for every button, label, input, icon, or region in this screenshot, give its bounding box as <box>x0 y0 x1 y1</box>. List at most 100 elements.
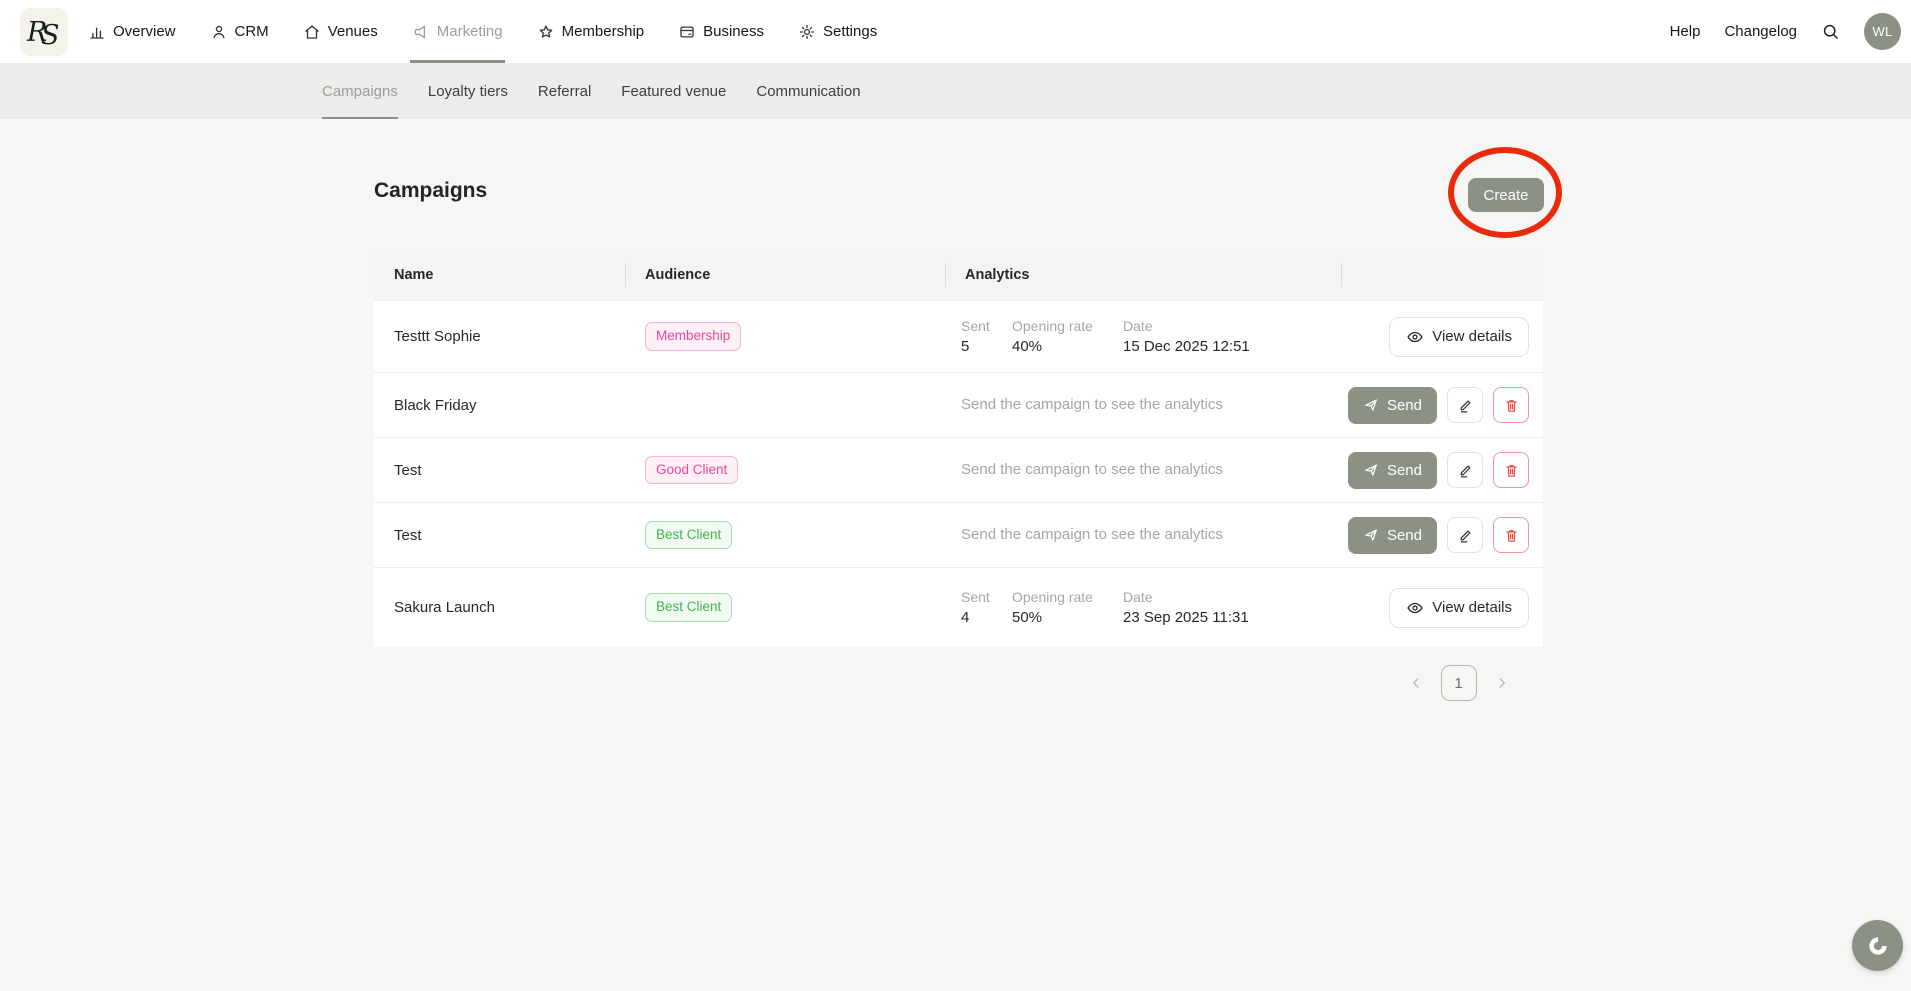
stat-value: 40% <box>1012 338 1043 355</box>
send-icon <box>1365 399 1377 411</box>
audience-badge: Membership <box>645 322 742 351</box>
stat-label: Opening rate <box>1012 589 1093 605</box>
nav-item-overview[interactable]: Overview <box>88 0 176 63</box>
nav-item-crm[interactable]: CRM <box>210 0 269 63</box>
table-header: Name Audience Analytics <box>374 250 1543 300</box>
table-row: Sakura Launch Best Client Sent 4 Opening… <box>374 567 1543 647</box>
page-title: Campaigns <box>374 179 488 202</box>
nav-item-venues[interactable]: Venues <box>303 0 378 63</box>
nav-item-label: Settings <box>823 23 878 40</box>
stat-value: 50% <box>1012 609 1043 626</box>
table-row: Test Best Client Send the campaign to se… <box>374 502 1543 567</box>
column-header-analytics: Analytics <box>965 267 1030 283</box>
column-header-audience: Audience <box>645 267 711 283</box>
main-menu: Overview CRM Venues Marketing Membership… <box>88 0 877 63</box>
pagination: 1 <box>1374 665 1543 701</box>
table-row: Test Good Client Send the campaign to se… <box>374 437 1543 502</box>
view-details-button[interactable]: View details <box>1389 587 1529 628</box>
marketing-tabbar: Campaigns Loyalty tiers Referral Feature… <box>0 63 1911 119</box>
changelog-link[interactable]: Changelog <box>1724 23 1797 40</box>
stat-value: 5 <box>961 338 970 355</box>
eye-icon <box>1407 602 1423 613</box>
nav-item-label: CRM <box>234 23 269 40</box>
eye-icon <box>1407 331 1423 342</box>
nav-item-marketing[interactable]: Marketing <box>409 0 505 63</box>
pencil-icon <box>1460 465 1470 477</box>
table-row: Testtt Sophie Membership Sent 5 Opening … <box>374 300 1543 372</box>
analytics-stats: Sent 5 Opening rate 40% Date 15 Dec 2025… <box>961 318 1341 355</box>
campaigns-table: Name Audience Analytics Testtt Sophie Me… <box>374 250 1543 647</box>
pencil-icon <box>1460 400 1470 412</box>
trash-icon <box>1505 529 1517 542</box>
stat-label: Date <box>1123 318 1153 334</box>
audience-badge: Good Client <box>645 455 739 485</box>
pencil-icon <box>1460 530 1470 542</box>
campaign-name: Test <box>394 461 422 479</box>
nav-item-label: Membership <box>561 23 645 40</box>
no-analytics-text: Send the campaign to see the analytics <box>961 526 1223 543</box>
person-icon <box>210 23 228 41</box>
campaign-name: Black Friday <box>394 396 477 414</box>
view-details-button[interactable]: View details <box>1389 316 1529 357</box>
send-icon <box>1365 529 1377 541</box>
tab-loyalty-tiers[interactable]: Loyalty tiers <box>428 63 508 119</box>
bar-chart-icon <box>88 23 106 41</box>
search-icon[interactable] <box>1821 22 1840 41</box>
nav-item-settings[interactable]: Settings <box>798 0 877 63</box>
edit-button[interactable] <box>1447 517 1483 553</box>
trash-icon <box>1505 399 1517 412</box>
send-button[interactable]: Send <box>1347 386 1437 424</box>
stat-label: Sent <box>961 318 990 334</box>
delete-button[interactable] <box>1493 452 1529 488</box>
send-button[interactable]: Send <box>1347 516 1437 554</box>
chevron-right-icon <box>1498 678 1505 688</box>
delete-button[interactable] <box>1493 517 1529 553</box>
campaign-name: Sakura Launch <box>394 599 495 616</box>
no-analytics-text: Send the campaign to see the analytics <box>961 461 1223 478</box>
nav-item-label: Overview <box>113 23 176 40</box>
nav-item-business[interactable]: Business <box>678 0 764 63</box>
send-icon <box>1365 464 1377 476</box>
chat-widget-button[interactable] <box>1852 920 1903 971</box>
tab-referral[interactable]: Referral <box>538 63 591 119</box>
svg-text:S: S <box>41 20 60 51</box>
app-logo[interactable]: R S <box>20 7 68 56</box>
help-link[interactable]: Help <box>1670 23 1701 40</box>
tab-featured-venue[interactable]: Featured venue <box>621 63 726 119</box>
stat-value: 23 Sep 2025 11:31 <box>1123 609 1249 626</box>
audience-badge: Best Client <box>645 520 733 550</box>
audience-badge: Best Client <box>645 593 733 622</box>
gear-icon <box>798 23 816 41</box>
chat-logo-icon <box>1868 936 1887 955</box>
monogram-icon: R S <box>26 17 60 51</box>
nav-item-label: Business <box>703 23 764 40</box>
next-page-button[interactable] <box>1493 674 1511 692</box>
column-header-name: Name <box>394 267 434 283</box>
edit-button[interactable] <box>1447 387 1483 423</box>
no-analytics-text: Send the campaign to see the analytics <box>961 396 1223 413</box>
create-button[interactable]: Create <box>1468 178 1544 212</box>
app-screen: R S Overview CRM Venues Marketing Member… <box>0 0 1911 991</box>
analytics-stats: Sent 4 Opening rate 50% Date 23 Sep 2025… <box>961 589 1341 626</box>
nav-item-membership[interactable]: Membership <box>537 0 645 63</box>
campaign-name: Test <box>394 526 422 544</box>
page-number-button[interactable]: 1 <box>1440 665 1477 701</box>
table-row: Black Friday Send the campaign to see th… <box>374 372 1543 437</box>
stat-value: 4 <box>961 609 970 626</box>
megaphone-icon <box>412 23 430 41</box>
previous-page-button[interactable] <box>1407 674 1425 692</box>
tab-communication[interactable]: Communication <box>756 63 860 119</box>
star-icon <box>537 23 555 41</box>
user-avatar[interactable]: WL <box>1864 13 1901 50</box>
nav-item-label: Marketing <box>436 23 503 40</box>
campaign-name: Testtt Sophie <box>394 328 481 345</box>
send-button[interactable]: Send <box>1347 451 1437 489</box>
edit-button[interactable] <box>1447 452 1483 488</box>
stat-label: Opening rate <box>1012 318 1093 334</box>
stat-label: Sent <box>961 589 990 605</box>
delete-button[interactable] <box>1493 387 1529 423</box>
card-icon <box>678 23 696 41</box>
column-divider <box>625 263 626 287</box>
tab-campaigns[interactable]: Campaigns <box>322 63 398 119</box>
home-icon <box>303 23 321 41</box>
